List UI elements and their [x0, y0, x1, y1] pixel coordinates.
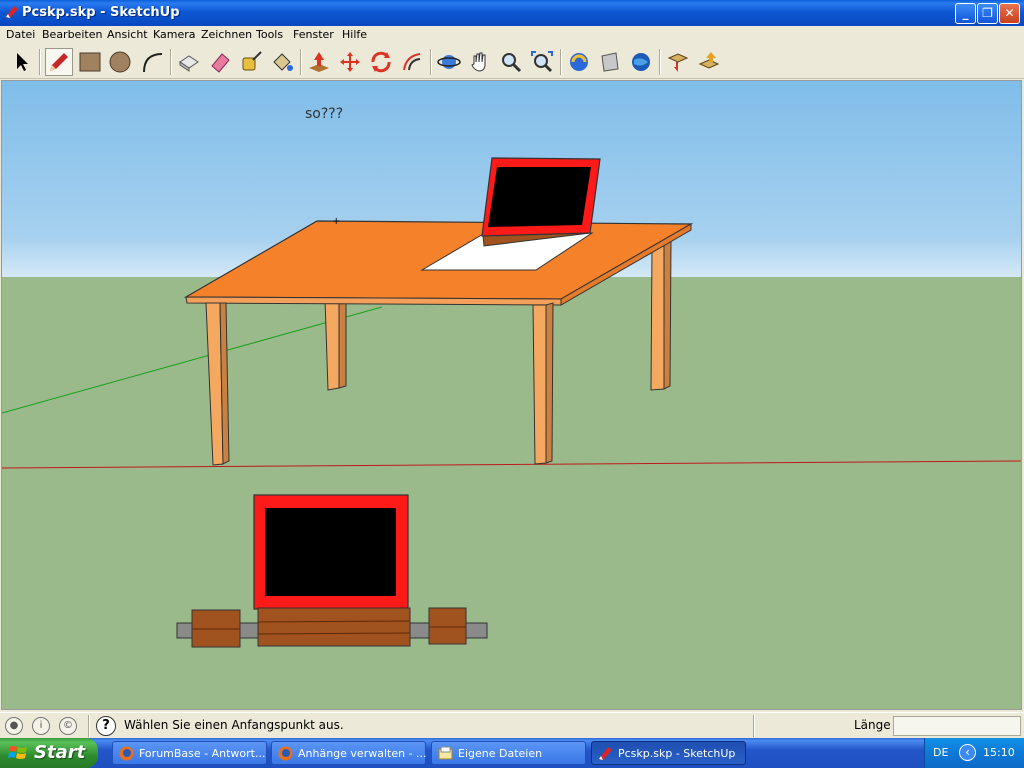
google-earth-icon[interactable] [627, 48, 655, 76]
measurements-input[interactable] [893, 716, 1021, 736]
maximize-button[interactable]: ❐ [977, 3, 998, 24]
menu-bearbeiten[interactable]: Bearbeiten [42, 28, 102, 41]
pan-icon[interactable] [466, 48, 494, 76]
toolbar-separator [39, 49, 41, 75]
make-component-icon[interactable] [175, 48, 203, 76]
sketchup-icon [599, 747, 612, 760]
toolbar-separator [170, 49, 172, 75]
start-button[interactable]: Start [0, 738, 98, 768]
eraser-icon[interactable] [206, 48, 234, 76]
laptop-screen [488, 167, 591, 227]
menu-fenster[interactable]: Fenster [293, 28, 334, 41]
modeling-viewport[interactable]: + so??? [1, 80, 1022, 710]
toolbar [0, 44, 1024, 79]
rotate-icon[interactable] [367, 48, 395, 76]
toolbar-separator [659, 49, 661, 75]
menu-ansicht[interactable]: Ansicht [107, 28, 148, 41]
table-front-edge [185, 296, 562, 306]
status-divider [88, 715, 90, 737]
menu-hilfe[interactable]: Hilfe [342, 28, 367, 41]
taskbar-item-forumbase[interactable]: ForumBase - Antwort... [112, 741, 267, 765]
table-leg-back-right [650, 244, 665, 391]
status-bar: ● i © ? Wählen Sie einen Anfangspunkt au… [0, 712, 1024, 738]
svg-text:+: + [332, 216, 340, 227]
red-axis [2, 460, 1021, 469]
system-tray: DE ‹ 15:10 [924, 738, 1024, 768]
ground-laptop-base [257, 607, 411, 647]
taskbar-item-anhaenge[interactable]: Anhänge verwalten - ... [271, 741, 427, 765]
status-divider [753, 715, 755, 737]
table-leg-front-right [532, 304, 547, 465]
help-icon[interactable]: ? [96, 716, 116, 736]
window-title: Pcskp.skp - SketchUp [22, 5, 180, 20]
paint-bucket-icon[interactable] [268, 48, 296, 76]
firefox-icon [119, 746, 134, 761]
rectangle-icon[interactable] [76, 48, 104, 76]
zoom-extents-icon[interactable] [528, 48, 556, 76]
ground-laptop-screen [265, 508, 396, 596]
circle-icon[interactable] [106, 48, 134, 76]
show-hidden-icons-icon[interactable]: ‹ [959, 744, 976, 761]
status-message: Wählen Sie einen Anfangspunkt aus. [124, 718, 344, 732]
green-axis [2, 306, 383, 414]
windows-taskbar: Start ForumBase - Antwort... Anhänge ver… [0, 738, 1024, 768]
folder-icon [438, 746, 453, 760]
taskbar-item-sketchup[interactable]: Pcskp.skp - SketchUp [591, 741, 746, 765]
close-button[interactable]: ✕ [999, 3, 1020, 24]
taskbar-item-eigene-dateien[interactable]: Eigene Dateien [431, 741, 586, 765]
pencil-icon[interactable] [45, 48, 73, 76]
sketchup-window: Pcskp.skp - SketchUp _ ❐ ✕ Datei Bearbei… [0, 0, 1024, 738]
orbit-icon[interactable] [435, 48, 463, 76]
toolbar-separator [560, 49, 562, 75]
offset-icon[interactable] [398, 48, 426, 76]
menu-kamera[interactable]: Kamera [153, 28, 196, 41]
firefox-icon [278, 746, 293, 761]
select-icon[interactable] [8, 48, 36, 76]
toolbar-separator [430, 49, 432, 75]
toolbar-separator [300, 49, 302, 75]
sketchup-app-icon [6, 6, 18, 18]
windows-logo-icon [8, 746, 27, 759]
zoom-icon[interactable] [497, 48, 525, 76]
menu-tools[interactable]: Tools [256, 28, 283, 41]
share-model-icon[interactable] [596, 48, 624, 76]
scene-drawing: + [2, 157, 1021, 648]
clock[interactable]: 15:10 [983, 746, 1015, 759]
geo-location-icon[interactable]: ● [5, 717, 23, 735]
minimize-button[interactable]: _ [955, 3, 976, 24]
table-leg-back-left [324, 298, 340, 391]
scene-annotation-text: so??? [305, 106, 344, 122]
ground-laptop-block-right [428, 607, 467, 645]
3d-warehouse-icon[interactable] [565, 48, 593, 76]
menu-datei[interactable]: Datei [6, 28, 35, 41]
language-indicator[interactable]: DE [933, 746, 948, 759]
title-bar[interactable]: Pcskp.skp - SketchUp _ ❐ ✕ [0, 0, 1024, 26]
share-component-icon[interactable] [695, 48, 723, 76]
push-pull-icon[interactable] [305, 48, 333, 76]
copyright-icon[interactable]: © [59, 717, 77, 735]
move-icon[interactable] [336, 48, 364, 76]
arc-icon[interactable] [138, 48, 166, 76]
menu-bar: Datei Bearbeiten Ansicht Kamera Zeichnen… [0, 26, 1024, 44]
menu-zeichnen[interactable]: Zeichnen [201, 28, 252, 41]
get-models-icon[interactable] [664, 48, 692, 76]
credits-icon[interactable]: i [32, 717, 50, 735]
measurements-label: Länge [854, 718, 891, 732]
tape-measure-icon[interactable] [237, 48, 265, 76]
